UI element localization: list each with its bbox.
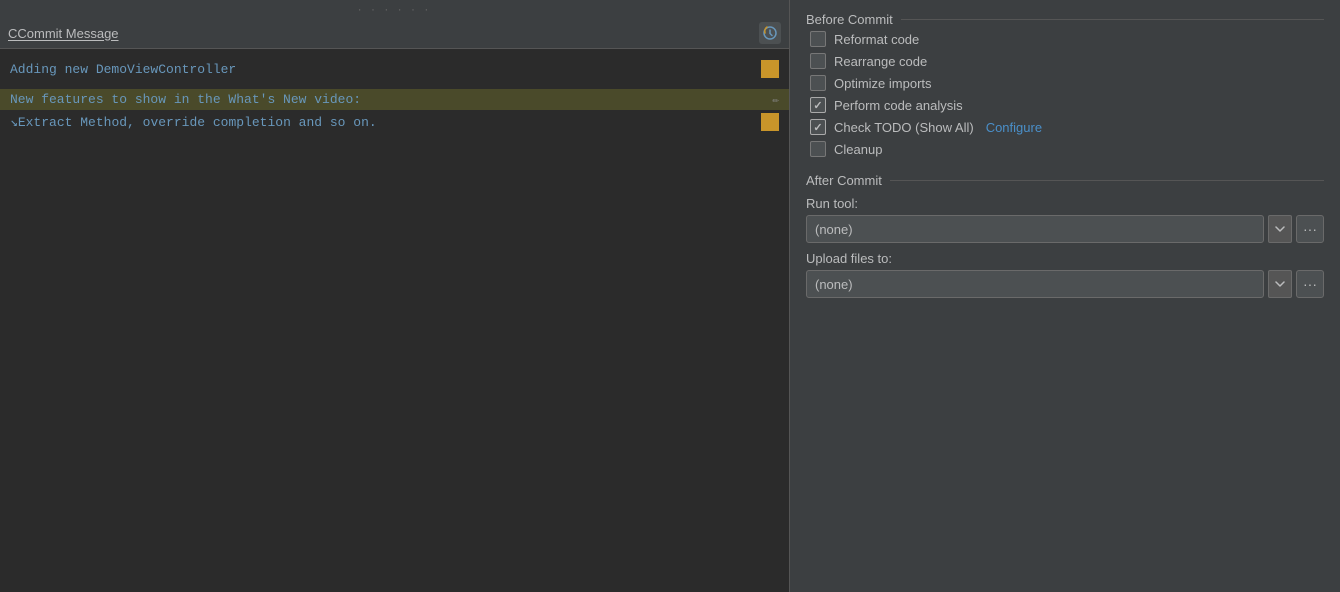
checkbox-label-analyze: Perform code analysis: [834, 98, 963, 113]
checkbox-label-rearrange: Rearrange code: [834, 54, 927, 69]
upload-files-field: Upload files to: (none) ···: [806, 251, 1324, 298]
checkbox-item-cleanup[interactable]: Cleanup: [810, 141, 1324, 157]
checkbox-optimize[interactable]: [810, 75, 826, 91]
orange-marker-1: [761, 60, 779, 78]
upload-files-more-button[interactable]: ···: [1296, 270, 1324, 298]
commit-line-1-text: Adding new DemoViewController: [10, 62, 236, 77]
section-divider-after: [890, 180, 1324, 181]
checkbox-analyze[interactable]: [810, 97, 826, 113]
commit-line-3: ↘Extract Method, override completion and…: [0, 110, 789, 134]
before-commit-section: Before Commit Reformat code Rearrange co…: [806, 12, 1324, 157]
commit-line-2-text: New features to show in the What's New v…: [10, 92, 766, 107]
chevron-down-icon-2: [1275, 281, 1285, 287]
commit-text-area[interactable]: Adding new DemoViewController New featur…: [0, 49, 789, 592]
checkbox-item-rearrange[interactable]: Rearrange code: [810, 53, 1324, 69]
checkbox-label-cleanup: Cleanup: [834, 142, 882, 157]
commit-message-header: CCommit Message: [0, 18, 789, 49]
commit-history-button[interactable]: [759, 22, 781, 44]
run-tool-label: Run tool:: [806, 196, 1324, 211]
commit-message-title: CCommit Message: [8, 26, 119, 41]
left-panel: · · · · · · CCommit Message Adding new D…: [0, 0, 790, 592]
before-commit-header: Before Commit: [806, 12, 1324, 27]
upload-files-row: (none) ···: [806, 270, 1324, 298]
checkbox-todo[interactable]: [810, 119, 826, 135]
after-commit-section: After Commit Run tool: (none) ···: [806, 173, 1324, 298]
run-tool-field: Run tool: (none) ···: [806, 196, 1324, 243]
checkbox-item-todo[interactable]: Check TODO (Show All) Configure: [810, 119, 1324, 135]
section-divider-before: [901, 19, 1324, 20]
upload-files-label: Upload files to:: [806, 251, 1324, 266]
before-commit-title: Before Commit: [806, 12, 893, 27]
run-tool-value: (none): [815, 222, 853, 237]
dots-label: ···: [1303, 221, 1317, 237]
dots-label-2: ···: [1303, 276, 1317, 292]
right-panel: Before Commit Reformat code Rearrange co…: [790, 0, 1340, 592]
checkbox-label-todo: Check TODO (Show All): [834, 120, 974, 135]
commit-line-1: Adding new DemoViewController: [10, 57, 779, 81]
checkbox-item-analyze[interactable]: Perform code analysis: [810, 97, 1324, 113]
after-commit-header: After Commit: [806, 173, 1324, 188]
run-tool-dropdown-arrow[interactable]: [1268, 215, 1292, 243]
checkbox-label-optimize: Optimize imports: [834, 76, 932, 91]
checkbox-reformat[interactable]: [810, 31, 826, 47]
upload-files-dropdown-arrow[interactable]: [1268, 270, 1292, 298]
edit-icon: ✏: [772, 93, 779, 107]
drag-handle: · · · · · ·: [0, 0, 789, 18]
checkbox-cleanup[interactable]: [810, 141, 826, 157]
commit-line-2-highlighted: New features to show in the What's New v…: [0, 89, 789, 110]
run-tool-dropdown[interactable]: (none): [806, 215, 1264, 243]
run-tool-row: (none) ···: [806, 215, 1324, 243]
checkbox-item-optimize[interactable]: Optimize imports: [810, 75, 1324, 91]
orange-marker-2: [761, 113, 779, 131]
history-icon: [762, 25, 778, 41]
after-commit-title: After Commit: [806, 173, 882, 188]
upload-files-dropdown[interactable]: (none): [806, 270, 1264, 298]
checkbox-label-reformat: Reformat code: [834, 32, 919, 47]
chevron-down-icon: [1275, 226, 1285, 232]
commit-line-3-text: ↘Extract Method, override completion and…: [10, 115, 377, 130]
checkbox-item-reformat[interactable]: Reformat code: [810, 31, 1324, 47]
before-commit-checkbox-list: Reformat code Rearrange code Optimize im…: [806, 31, 1324, 157]
upload-files-value: (none): [815, 277, 853, 292]
configure-link[interactable]: Configure: [986, 120, 1042, 135]
run-tool-more-button[interactable]: ···: [1296, 215, 1324, 243]
checkbox-rearrange[interactable]: [810, 53, 826, 69]
